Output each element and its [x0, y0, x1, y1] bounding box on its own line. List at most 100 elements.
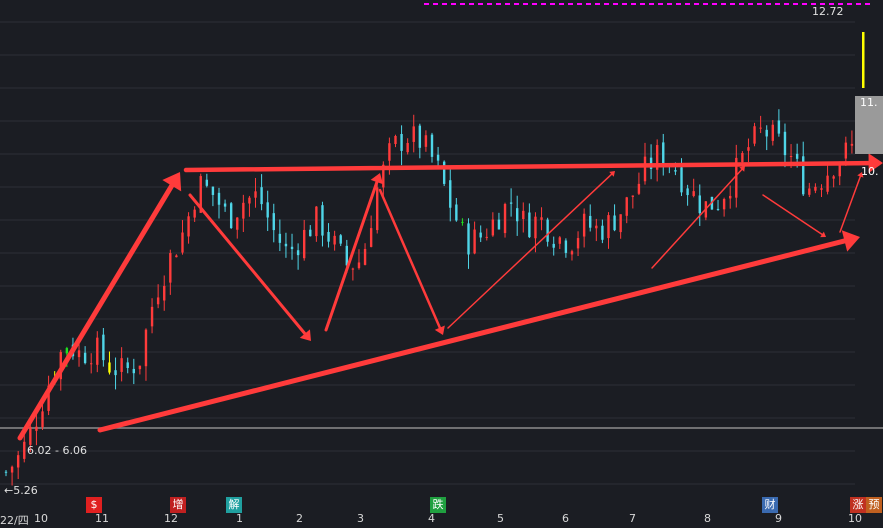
candle-body [619, 214, 622, 233]
candle-body [260, 187, 263, 205]
candle-body [41, 411, 44, 428]
candle-body [217, 192, 221, 205]
candle-body [187, 216, 190, 237]
arrow-support [97, 238, 847, 433]
candle-body [741, 153, 744, 163]
candle-body [643, 156, 647, 182]
candle-body [108, 362, 111, 373]
candle-body [449, 180, 452, 208]
candle-body [90, 363, 93, 365]
candle-body [722, 199, 726, 210]
candle-body [595, 225, 598, 229]
x-tick-label: 10 [34, 512, 48, 525]
candle-body [242, 202, 245, 219]
event-marker[interactable]: 预 [866, 497, 882, 513]
x-tick-label: 12 [164, 512, 178, 525]
arrow-support-head [841, 230, 860, 252]
high-price-label: 12.72 [812, 5, 844, 18]
candle-body [576, 238, 580, 249]
low-price-label: ←5.26 [4, 484, 38, 497]
event-marker[interactable]: 财 [762, 497, 778, 513]
candle-body [321, 205, 324, 236]
candle-body [637, 183, 641, 194]
candle-body [229, 203, 233, 229]
candle-body [686, 188, 689, 196]
x-tick-label: 22/四 [0, 514, 29, 527]
candle-body [388, 143, 391, 161]
x-tick-label: 11 [95, 512, 109, 525]
candle-body [272, 213, 275, 231]
right-price-label: 10. [861, 165, 879, 178]
candle-body [789, 156, 793, 158]
event-marker[interactable]: $ [86, 497, 102, 513]
event-marker[interactable]: 涨 [850, 497, 866, 513]
candle-body [552, 243, 555, 248]
range-label: 6.02 - 6.06 [27, 444, 87, 457]
candle-body [808, 188, 811, 195]
candle-body [558, 237, 561, 244]
candle-body [503, 203, 507, 234]
candle-body [613, 215, 616, 231]
candle-body [759, 127, 762, 129]
current-price-box: 11. [855, 96, 883, 154]
candle-body [254, 191, 257, 198]
candle-body [120, 358, 123, 372]
candle-body [607, 215, 610, 239]
candle-body [394, 135, 397, 144]
candle-body [582, 213, 586, 237]
candle-body [442, 161, 446, 184]
candle-body [236, 217, 239, 230]
x-tick-label: 9 [775, 512, 782, 525]
candle-body [303, 229, 306, 259]
candle-body [35, 426, 38, 431]
candle-body [150, 306, 154, 327]
trend-arrows [17, 153, 883, 441]
candle-body [625, 197, 628, 216]
candle-body [223, 203, 227, 207]
candle-body [461, 221, 464, 223]
candle-body [692, 191, 695, 196]
candle-body [777, 120, 781, 134]
breakout-candle [862, 32, 865, 88]
candle-body [516, 208, 519, 222]
x-tick-label: 5 [497, 512, 504, 525]
candle-body [485, 236, 488, 238]
candle-body [357, 262, 361, 269]
event-marker[interactable]: 增 [170, 497, 186, 513]
candle-body [205, 179, 209, 186]
candle-body [144, 329, 148, 367]
candle-body [479, 232, 482, 238]
candle-body [534, 216, 537, 239]
candle-body [102, 334, 105, 361]
x-tick-label: 10 [848, 512, 862, 525]
candle-body [467, 223, 470, 255]
candle-body [169, 253, 172, 283]
candle-body [193, 209, 196, 218]
candle-body [284, 243, 288, 247]
candle-body [400, 134, 403, 151]
arrow-down-1 [188, 193, 307, 336]
candle-body [412, 126, 415, 142]
event-marker[interactable]: 跌 [430, 497, 446, 513]
candle-body [832, 176, 835, 179]
candle-body [10, 466, 14, 473]
candle-body [729, 195, 732, 199]
candle-body [418, 125, 422, 148]
candle-body [339, 235, 342, 244]
candle-body [290, 246, 294, 250]
event-marker[interactable]: 解 [226, 497, 242, 513]
candle-body [138, 365, 142, 370]
candle-body [528, 212, 531, 238]
candle-body [430, 134, 434, 157]
candle-body [491, 219, 495, 236]
candle-body [4, 471, 8, 473]
candle-body [211, 186, 215, 195]
candle-body [77, 350, 81, 358]
candle-body [473, 229, 476, 254]
candle-body [406, 142, 409, 153]
kline-chart [0, 3, 883, 486]
candle-body [497, 219, 501, 230]
candle-body [29, 426, 32, 445]
arrow-down-3 [762, 194, 823, 236]
candle-body [522, 210, 525, 220]
